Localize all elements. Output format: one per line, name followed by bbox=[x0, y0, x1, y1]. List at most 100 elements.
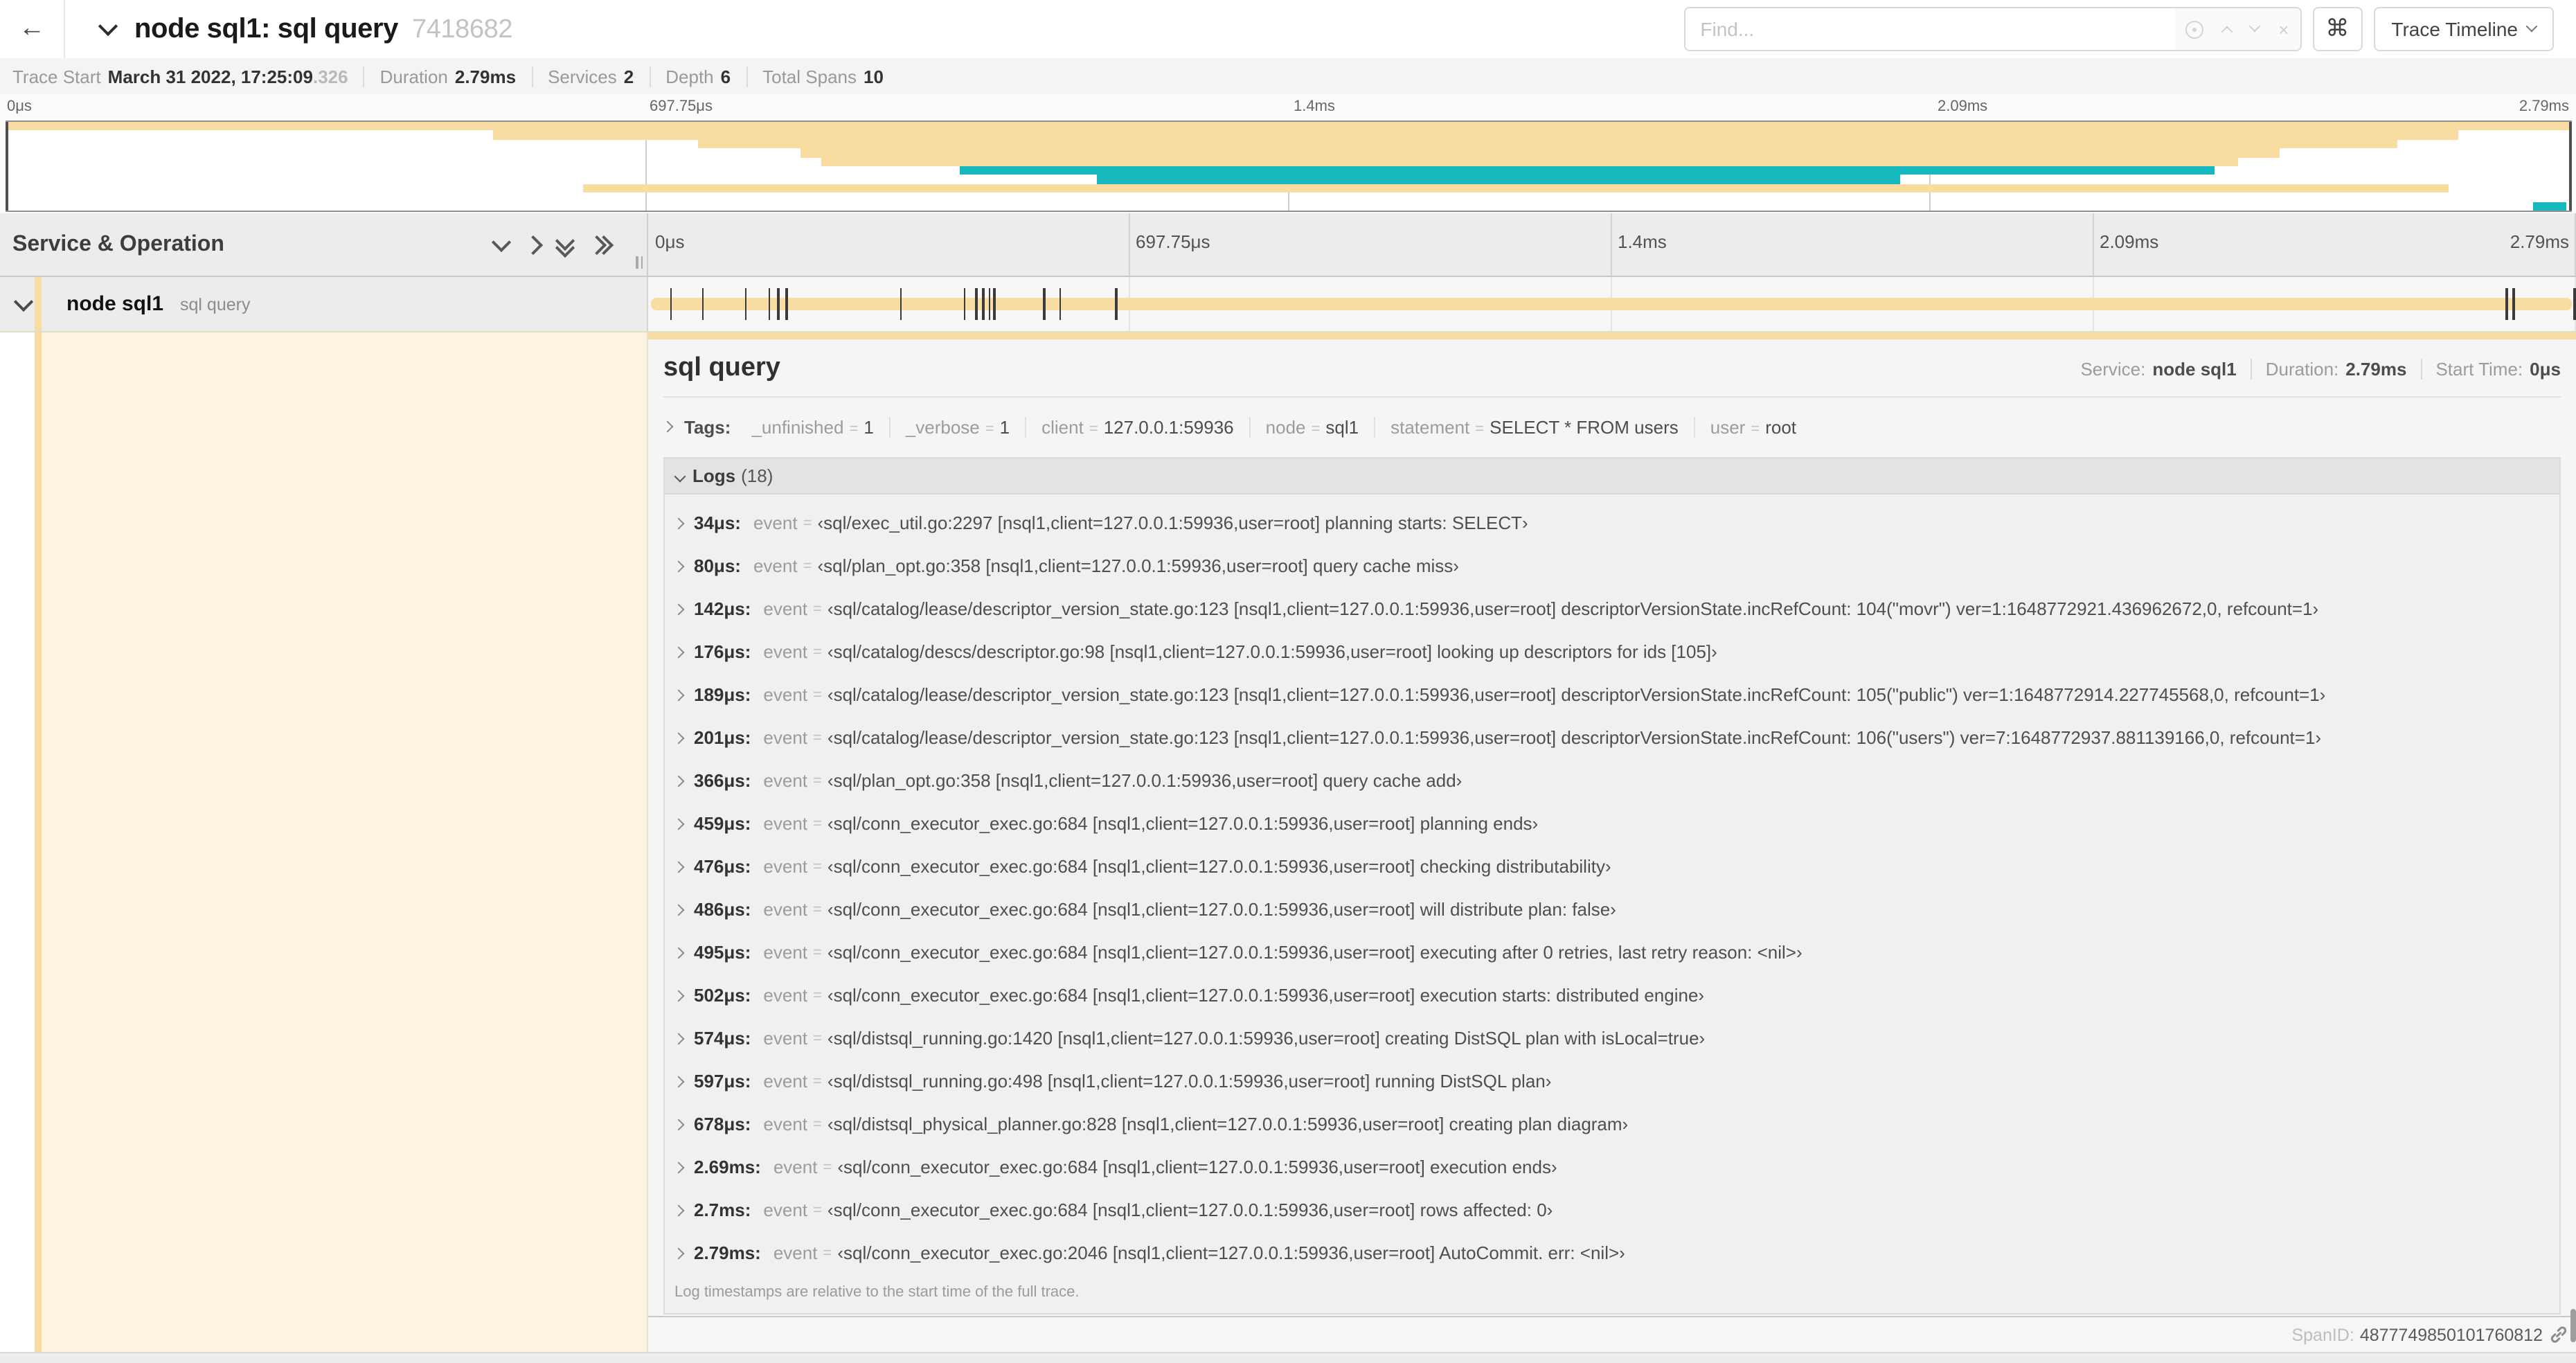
log-field-name: event bbox=[763, 942, 808, 963]
span-row-timeline-cell[interactable] bbox=[648, 277, 2576, 331]
tag-value: SELECT * FROM users bbox=[1490, 416, 1679, 437]
chevron-right-icon bbox=[672, 731, 685, 744]
tag-value: 1 bbox=[999, 416, 1010, 437]
equals-sign: = bbox=[813, 686, 822, 703]
trace-collapse-icon[interactable] bbox=[98, 16, 118, 37]
log-field-value: ‹sql/conn_executor_exec.go:684 [nsql1,cl… bbox=[827, 813, 1539, 834]
log-entry-row[interactable]: 459μs: event = ‹sql/conn_executor_exec.go:6… bbox=[672, 802, 2559, 845]
minimap-span bbox=[493, 130, 2459, 140]
log-entry-row[interactable]: 2.69ms: event = ‹sql/conn_executor_exec.go:… bbox=[672, 1146, 2559, 1188]
expand-one-icon[interactable] bbox=[523, 234, 544, 255]
collapse-all-icon[interactable] bbox=[555, 231, 575, 258]
log-entry-row[interactable]: 476μs: event = ‹sql/conn_executor_exec.go:6… bbox=[672, 845, 2559, 888]
span-duration-bar[interactable] bbox=[651, 298, 2572, 310]
span-row-name-cell[interactable]: node sql1 sql query bbox=[0, 277, 648, 331]
find-input[interactable] bbox=[1685, 8, 2175, 50]
find-prev-icon[interactable] bbox=[2221, 26, 2233, 38]
tag-pill: statement = SELECT * FROM users bbox=[1374, 416, 1694, 437]
log-timestamp: 495μs: bbox=[694, 942, 751, 963]
log-marker-tick bbox=[963, 288, 966, 320]
link-icon[interactable] bbox=[2550, 1326, 2568, 1344]
log-field-value: ‹sql/conn_executor_exec.go:2046 [nsql1,c… bbox=[837, 1242, 1625, 1263]
log-marker-tick bbox=[2512, 288, 2515, 320]
span-collapse-icon[interactable] bbox=[13, 291, 34, 312]
log-entry-row[interactable]: 366μs: event = ‹sql/plan_opt.go:358 [nsql1,… bbox=[672, 759, 2559, 802]
log-timestamp: 80μs: bbox=[694, 555, 741, 576]
grid-line bbox=[1129, 213, 1130, 276]
log-entry-row[interactable]: 189μs: event = ‹sql/catalog/lease/descripto… bbox=[672, 673, 2559, 716]
log-marker-tick bbox=[785, 288, 788, 320]
keyboard-shortcuts-button[interactable]: ⌘ bbox=[2312, 7, 2363, 51]
detail-right-area: sql query Service: node sql1 Duration: 2.79… bbox=[648, 332, 2576, 1352]
chevron-right-icon bbox=[672, 645, 685, 658]
log-timestamp: 476μs: bbox=[694, 856, 751, 877]
chevron-right-icon bbox=[672, 517, 685, 529]
tag-value: 127.0.0.1:59936 bbox=[1103, 416, 1234, 437]
back-button[interactable]: ← bbox=[0, 0, 65, 58]
log-entry-row[interactable]: 486μs: event = ‹sql/conn_executor_exec.go:6… bbox=[672, 888, 2559, 931]
log-entry-row[interactable]: 201μs: event = ‹sql/catalog/lease/descripto… bbox=[672, 716, 2559, 759]
log-entry-row[interactable]: 142μs: event = ‹sql/catalog/lease/descripto… bbox=[672, 587, 2559, 630]
equals-sign: = bbox=[1751, 420, 1760, 437]
log-marker-tick bbox=[900, 288, 902, 320]
equals-sign: = bbox=[813, 729, 822, 746]
tag-value: root bbox=[1765, 416, 1797, 437]
log-field-value: ‹sql/catalog/descs/descriptor.go:98 [nsq… bbox=[827, 641, 1717, 662]
find-next-icon[interactable] bbox=[2248, 20, 2261, 33]
chevron-down-icon bbox=[674, 470, 686, 482]
minimap-canvas[interactable] bbox=[6, 121, 2572, 212]
log-field-name: event bbox=[763, 727, 808, 748]
tag-key: _verbose bbox=[905, 416, 980, 437]
collapse-one-icon[interactable] bbox=[491, 231, 512, 252]
log-marker-tick bbox=[777, 288, 780, 320]
log-entry-row[interactable]: 574μs: event = ‹sql/distsql_running.go:1420… bbox=[672, 1017, 2559, 1060]
equals-sign: = bbox=[813, 944, 822, 961]
log-field-name: event bbox=[763, 598, 808, 619]
log-timestamp: 2.79ms: bbox=[694, 1242, 761, 1263]
top-bar: ← node sql1: sql query 7418682 × ⌘ Trace… bbox=[0, 0, 2576, 58]
log-field-name: event bbox=[763, 1114, 808, 1134]
equals-sign: = bbox=[813, 600, 822, 617]
detail-meta-item: Duration: 2.79ms bbox=[2250, 359, 2421, 380]
trace-summary-item: Total Spans 10 bbox=[746, 66, 899, 87]
log-entry-row[interactable]: 80μs: event = ‹sql/plan_opt.go:358 [nsql1,c… bbox=[672, 544, 2559, 587]
trace-summary-label: Duration bbox=[379, 66, 448, 87]
log-entry-row[interactable]: 502μs: event = ‹sql/conn_executor_exec.go:6… bbox=[672, 974, 2559, 1017]
view-selector-label: Trace Timeline bbox=[2391, 18, 2518, 40]
column-resize-grip[interactable] bbox=[636, 256, 643, 269]
locate-icon[interactable] bbox=[2185, 20, 2204, 38]
equals-sign: = bbox=[849, 420, 859, 437]
expand-all-icon[interactable] bbox=[587, 234, 614, 255]
log-field-value: ‹sql/conn_executor_exec.go:684 [nsql1,cl… bbox=[837, 1157, 1557, 1177]
equals-sign: = bbox=[813, 643, 822, 660]
trace-title-text: node sql1: sql query bbox=[134, 13, 398, 44]
log-entry-row[interactable]: 34μs: event = ‹sql/exec_util.go:2297 [nsql1… bbox=[672, 501, 2559, 544]
minimap-span bbox=[960, 166, 2215, 175]
minimap-left-handle[interactable] bbox=[6, 122, 8, 211]
log-timestamp: 201μs: bbox=[694, 727, 751, 748]
log-timestamp: 189μs: bbox=[694, 684, 751, 705]
log-entry-row[interactable]: 2.7ms: event = ‹sql/conn_executor_exec.go:6… bbox=[672, 1188, 2559, 1231]
timeline-collapse-controls bbox=[491, 231, 647, 258]
chevron-right-icon bbox=[672, 774, 685, 787]
equals-sign: = bbox=[813, 1073, 822, 1089]
logs-accordion-header[interactable]: Logs (18) bbox=[665, 458, 2559, 495]
log-entry-row[interactable]: 176μs: event = ‹sql/catalog/descs/descripto… bbox=[672, 630, 2559, 673]
minimap-span bbox=[698, 139, 2397, 149]
trace-summary-label: Total Spans bbox=[762, 66, 857, 87]
log-entry-row[interactable]: 2.79ms: event = ‹sql/conn_executor_exec.go:… bbox=[672, 1231, 2559, 1274]
log-entry-row[interactable]: 495μs: event = ‹sql/conn_executor_exec.go:6… bbox=[672, 931, 2559, 974]
tags-accordion[interactable]: Tags: _unfinished = 1 _verbose = 1 client = 127.… bbox=[661, 411, 2561, 442]
equals-sign: = bbox=[813, 901, 822, 918]
find-clear-icon[interactable]: × bbox=[2278, 20, 2289, 38]
log-entry-row[interactable]: 597μs: event = ‹sql/distsql_running.go:498 … bbox=[672, 1060, 2559, 1103]
timeline-tick-label: 2.79ms bbox=[2510, 231, 2569, 252]
detail-meta-value: 2.79ms bbox=[2345, 359, 2407, 380]
log-entry-row[interactable]: 678μs: event = ‹sql/distsql_physical_planne… bbox=[672, 1103, 2559, 1146]
minimap-right-handle[interactable] bbox=[2569, 122, 2572, 211]
vertical-scrollbar-thumb[interactable] bbox=[2570, 1309, 2576, 1342]
trace-view-selector[interactable]: Trace Timeline bbox=[2373, 7, 2554, 51]
span-detail-panel: sql query Service: node sql1 Duration: 2.79… bbox=[648, 339, 2576, 1317]
log-marker-tick bbox=[2573, 288, 2576, 320]
trace-summary-item: Services 2 bbox=[531, 66, 649, 87]
